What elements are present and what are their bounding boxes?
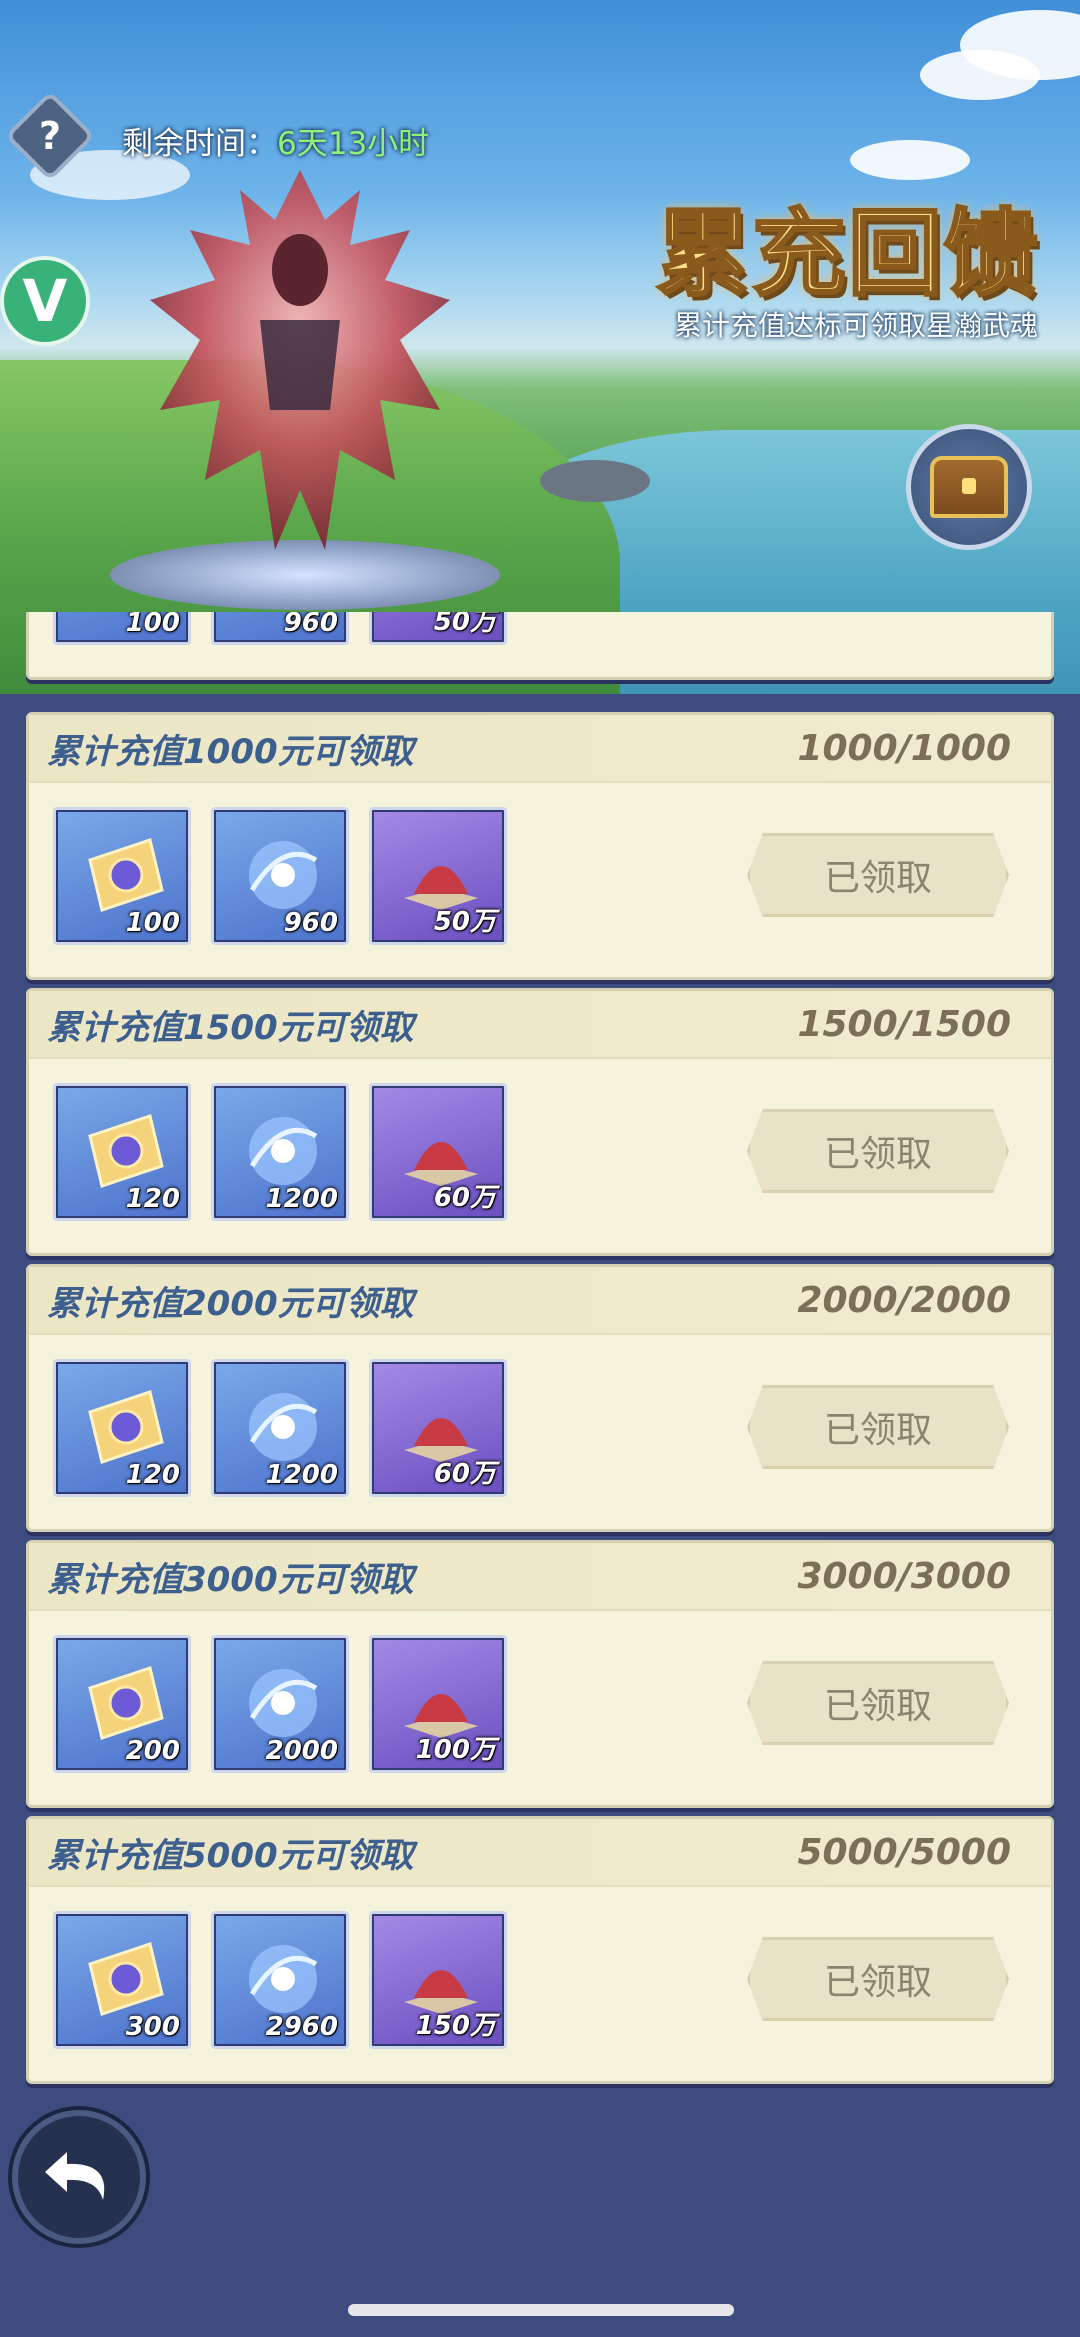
soul-chest-icon	[88, 1390, 164, 1464]
reward-item-qty: 100	[125, 612, 180, 638]
reward-item-qty: 50万	[433, 907, 496, 937]
back-arrow-icon	[45, 2152, 105, 2200]
claimed-button[interactable]: 已领取	[747, 833, 1009, 917]
reward-item-qty: 100万	[415, 1735, 496, 1765]
reward-card-title: 累计充值3000元可领取	[47, 1559, 414, 1600]
reward-card-1000: 累计充值1000元可领取 1000/1000 100 960 50万 已领取	[26, 712, 1054, 980]
reward-item-qty: 960	[283, 908, 338, 938]
reward-card-title: 累计充值2000元可领取	[47, 1283, 414, 1324]
reward-items: 300 2960 150万	[53, 1911, 507, 2049]
reward-item[interactable]: 120	[53, 1359, 191, 1497]
reward-item-qty: 960	[283, 612, 338, 638]
cloud-decoration	[850, 140, 970, 180]
reward-item[interactable]: 60万	[369, 1359, 507, 1497]
reward-items: 120 1200 60万	[53, 1359, 507, 1497]
reward-item-qty: 150万	[415, 2011, 496, 2041]
event-banner: ? 剩余时间：6天13小时 V 累充回馈 累计充值达标可领取星瀚武魂	[0, 0, 1080, 694]
reward-card-header: 累计充值2000元可领取 2000/2000	[29, 1267, 1051, 1335]
rock-scenery	[540, 460, 650, 502]
reward-card-header: 累计充值1500元可领取 1500/1500	[29, 991, 1051, 1059]
reward-card-progress: 3000/3000	[797, 1555, 1011, 1597]
reward-card-3000: 累计充值3000元可领取 3000/3000 200 2000 100万 已领取	[26, 1540, 1054, 1808]
reward-item-qty: 120	[125, 1460, 180, 1490]
reward-card-header: 累计充值1000元可领取 1000/1000	[29, 715, 1051, 783]
star-orb-icon	[249, 1669, 318, 1737]
reward-items: 120 1200 60万	[53, 1083, 507, 1221]
reward-item[interactable]: 1200	[211, 1359, 349, 1497]
reward-item[interactable]: 50万	[369, 807, 507, 945]
treasure-chest-icon	[930, 456, 1008, 518]
reward-items: 100 960 50万	[53, 807, 507, 945]
reward-card-title: 累计充值1500元可领取	[47, 1007, 414, 1048]
remaining-time-label: 剩余时间：	[122, 126, 277, 162]
event-subtitle: 累计充值达标可领取星瀚武魂	[673, 309, 1038, 342]
remaining-time-value: 6天13小时	[277, 126, 430, 162]
soul-chest-icon	[88, 1114, 164, 1188]
martial-soul-hero-image	[150, 170, 450, 550]
reward-card-progress: 2000/2000	[797, 1279, 1011, 1321]
reward-card-progress: 1000/1000	[797, 727, 1011, 769]
reward-item-qty: 60万	[433, 1183, 496, 1213]
claimed-button[interactable]: 已领取	[747, 1385, 1009, 1469]
reward-card-1500: 累计充值1500元可领取 1500/1500 120 1200 60万 已领取	[26, 988, 1054, 1256]
reward-item[interactable]: 2960	[211, 1911, 349, 2049]
soul-chest-icon	[88, 1666, 164, 1740]
claimed-button[interactable]: 已领取	[747, 1937, 1009, 2021]
reward-item-qty: 1200	[265, 1184, 338, 1214]
reward-card-title: 累计充值1000元可领取	[47, 731, 414, 772]
question-icon: ?	[38, 113, 62, 158]
soul-chest-icon	[88, 838, 164, 912]
reward-item[interactable]: 100万	[369, 1635, 507, 1773]
reward-item[interactable]: 50万	[369, 612, 507, 645]
reward-item-qty: 120	[125, 1184, 180, 1214]
reward-item[interactable]: 960	[211, 807, 349, 945]
reward-item-qty: 200	[125, 1736, 180, 1766]
reward-list[interactable]: 100 960 50万 累计充值1000元可领取 1000/1000 100 9…	[0, 612, 1080, 2102]
reward-item[interactable]: 100	[53, 807, 191, 945]
reward-item-qty: 2000	[265, 1736, 338, 1766]
claimed-button[interactable]: 已领取	[747, 1109, 1009, 1193]
reward-card-header: 累计充值3000元可领取 3000/3000	[29, 1543, 1051, 1611]
reward-item-qty: 50万	[433, 612, 496, 637]
reward-item[interactable]: 1200	[211, 1083, 349, 1221]
reward-item[interactable]: 100	[53, 612, 191, 645]
star-orb-icon	[249, 1117, 318, 1185]
reward-card-header: 累计充值5000元可领取 5000/5000	[29, 1819, 1051, 1887]
home-indicator[interactable]	[348, 2304, 734, 2316]
reward-item[interactable]: 120	[53, 1083, 191, 1221]
reward-item[interactable]: 960	[211, 612, 349, 645]
reward-items: 100 960 50万	[53, 612, 507, 645]
star-orb-icon	[249, 1945, 318, 2013]
reward-item[interactable]: 200	[53, 1635, 191, 1773]
star-orb-icon	[249, 841, 318, 909]
star-orb-icon	[249, 1393, 318, 1461]
claimed-button[interactable]: 已领取	[747, 1661, 1009, 1745]
reward-card-2000: 累计充值2000元可领取 2000/2000 120 1200 60万 已领取	[26, 1264, 1054, 1532]
back-button[interactable]	[12, 2110, 146, 2244]
reward-item-qty: 1200	[265, 1460, 338, 1490]
reward-card-progress: 1500/1500	[797, 1003, 1011, 1045]
cloud-decoration	[920, 50, 1040, 100]
reward-item[interactable]: 2000	[211, 1635, 349, 1773]
treasure-chest-button[interactable]	[906, 424, 1032, 550]
soul-chest-icon	[88, 1942, 164, 2016]
vip-badge-button[interactable]: V	[0, 256, 90, 346]
reward-items: 200 2000 100万	[53, 1635, 507, 1773]
reward-item-qty: 300	[125, 2012, 180, 2042]
reward-card-5000: 累计充值5000元可领取 5000/5000 300 2960 150万 已领取	[26, 1816, 1054, 2084]
reward-item-qty: 60万	[433, 1459, 496, 1489]
reward-item-qty: 2960	[265, 2012, 338, 2042]
reward-item[interactable]: 60万	[369, 1083, 507, 1221]
reward-card-progress: 5000/5000	[797, 1831, 1011, 1873]
reward-card: 100 960 50万	[26, 612, 1054, 680]
reward-card-title: 累计充值5000元可领取	[47, 1835, 414, 1876]
reward-item-qty: 100	[125, 908, 180, 938]
remaining-time: 剩余时间：6天13小时	[122, 118, 429, 163]
reward-item[interactable]: 300	[53, 1911, 191, 2049]
event-title: 累充回馈	[654, 199, 1040, 311]
v-icon: V	[22, 267, 68, 335]
reward-item[interactable]: 150万	[369, 1911, 507, 2049]
